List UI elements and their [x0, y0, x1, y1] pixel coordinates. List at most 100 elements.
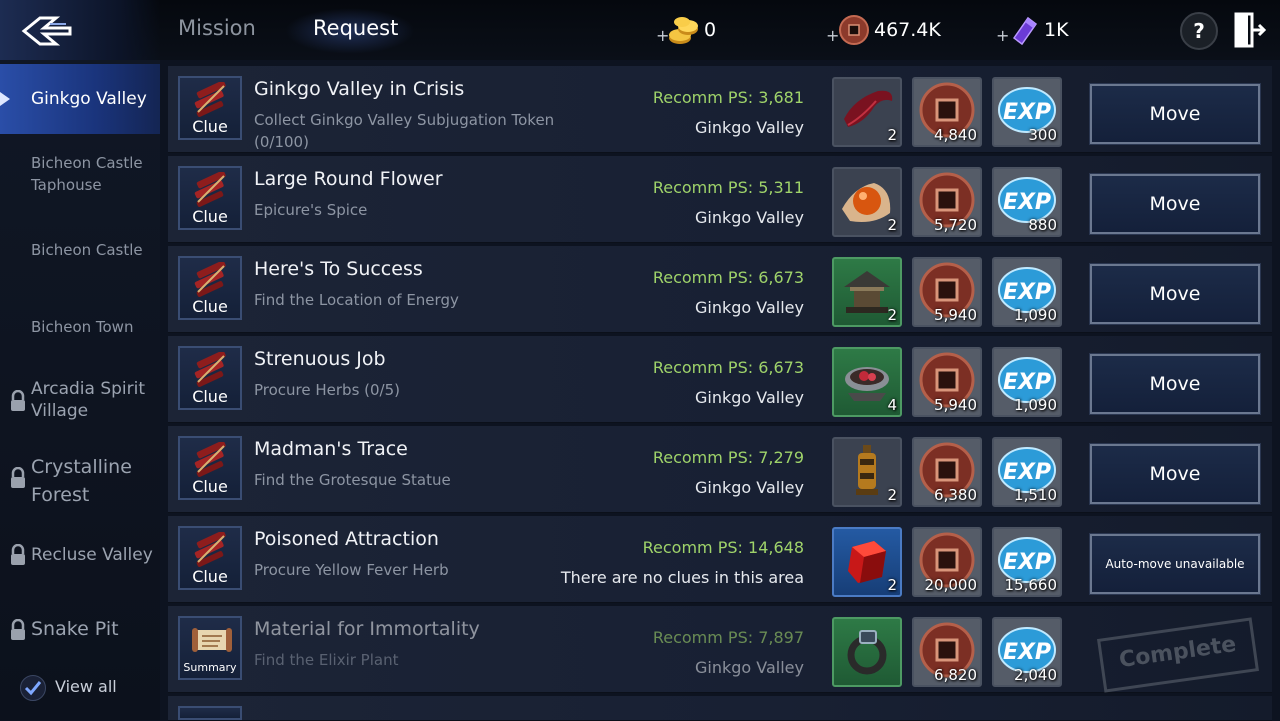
clue-scroll-icon[interactable]: Clue — [178, 256, 242, 320]
reward-item[interactable]: 2 — [832, 167, 902, 237]
top-bar: Mission Request + 0 + 467.4K + 1K ? — [0, 0, 1280, 60]
sidebar-item-crystalline-forest[interactable]: Crystalline Forest — [0, 451, 160, 511]
sidebar-item-bicheon-town[interactable]: Bicheon Town — [0, 316, 160, 346]
copper-amount: 467.4K — [874, 19, 941, 41]
clue-label: Clue — [192, 567, 228, 586]
quest-row: Clue Poisoned Attraction Procure Yellow … — [168, 516, 1272, 603]
clue-scroll-icon[interactable]: Clue — [178, 526, 242, 590]
reward-exp[interactable]: EXP 15,660 — [992, 527, 1062, 597]
clue-scroll-icon[interactable]: Clue — [178, 346, 242, 410]
reward-exp[interactable]: EXP 1,090 — [992, 347, 1062, 417]
checkbox[interactable] — [20, 675, 46, 701]
reward-exp[interactable]: EXP 1,090 — [992, 257, 1062, 327]
reward-currency[interactable]: 6,820 — [912, 617, 982, 687]
clue-scroll-icon[interactable] — [178, 706, 242, 720]
reward-item[interactable]: 4 — [832, 347, 902, 417]
scroll-bundle-icon — [194, 82, 226, 117]
reward-currency[interactable]: 4,840 — [912, 77, 982, 147]
tab-request[interactable]: Request — [313, 16, 398, 40]
clue-scroll-icon[interactable]: Clue — [178, 76, 242, 140]
quest-description: Find the Location of Energy — [254, 291, 459, 309]
svg-text:EXP: EXP — [1003, 370, 1051, 395]
quest-list: Clue Ginkgo Valley in Crisis Collect Gin… — [168, 66, 1280, 721]
reward-item[interactable]: 2 — [832, 527, 902, 597]
reward-currency[interactable]: 5,720 — [912, 167, 982, 237]
quest-title: Here's To Success — [254, 258, 423, 280]
sidebar-item-arcadia-spirit-village[interactable]: Arcadia Spirit Village — [0, 376, 160, 430]
move-button[interactable]: Move — [1089, 353, 1261, 415]
svg-text:EXP: EXP — [1003, 190, 1051, 215]
recommended-power: Recomm PS: 3,681 — [652, 88, 804, 107]
quest-location: Ginkgo Valley — [695, 478, 804, 497]
move-button[interactable]: Move — [1089, 443, 1261, 505]
sidebar-item-bicheon-castle-taphouse[interactable]: Bicheon Castle Taphouse — [0, 152, 160, 202]
quest-description: Procure Herbs (0/5) — [254, 381, 401, 399]
reward-item[interactable]: 2 — [832, 437, 902, 507]
reward-quantity: 6,820 — [934, 666, 977, 684]
svg-text:EXP: EXP — [1003, 100, 1051, 125]
sidebar-item-label: Recluse Valley — [31, 545, 153, 565]
exit-door-icon[interactable] — [1234, 12, 1266, 48]
move-button[interactable]: Move — [1089, 173, 1261, 235]
sidebar-item-ginkgo-valley[interactable]: Ginkgo Valley — [0, 64, 160, 134]
reward-quantity: 20,000 — [924, 576, 978, 594]
reward-quantity: 2,040 — [1014, 666, 1057, 684]
copper-coin-icon — [839, 15, 869, 45]
reward-currency[interactable]: 6,380 — [912, 437, 982, 507]
reward-currency[interactable]: 20,000 — [912, 527, 982, 597]
quest-description: Find the Grotesque Statue — [254, 471, 451, 489]
lock-icon — [11, 467, 25, 488]
clue-scroll-icon[interactable]: Clue — [178, 436, 242, 500]
reward-exp[interactable]: EXP 2,040 — [992, 617, 1062, 687]
scroll-icon — [192, 628, 232, 652]
svg-text:EXP: EXP — [1003, 280, 1051, 305]
quest-row: Clue Strenuous Job Procure Herbs (0/5) R… — [168, 336, 1272, 423]
reward-exp[interactable]: EXP 300 — [992, 77, 1062, 147]
auto-move-unavailable-button[interactable]: Auto-move unavailable — [1089, 533, 1261, 595]
clue-scroll-icon[interactable]: Clue — [178, 166, 242, 230]
tab-mission[interactable]: Mission — [178, 16, 256, 40]
quest-location: There are no clues in this area — [560, 568, 804, 587]
reward-item[interactable]: 2 — [832, 77, 902, 147]
sidebar-item-bicheon-castle[interactable]: Bicheon Castle — [0, 238, 160, 268]
quest-title: Large Round Flower — [254, 168, 443, 190]
quest-row: Clue Here's To Success Find the Location… — [168, 246, 1272, 333]
reward-item[interactable] — [832, 617, 902, 687]
move-button[interactable]: Move — [1089, 263, 1261, 325]
reward-quantity: 2 — [887, 486, 897, 504]
sidebar-item-snake-pit[interactable]: Snake Pit — [0, 617, 160, 647]
clue-label: Clue — [192, 117, 228, 136]
reward-quantity: 1,090 — [1014, 396, 1057, 414]
reward-exp[interactable]: EXP 1,510 — [992, 437, 1062, 507]
reward-quantity: 2 — [887, 216, 897, 234]
quest-title: Ginkgo Valley in Crisis — [254, 78, 465, 100]
quest-description: Epicure's Spice — [254, 201, 368, 219]
lock-icon — [11, 619, 25, 640]
view-all-label: View all — [55, 677, 117, 696]
recommended-power: Recomm PS: 6,673 — [652, 358, 804, 377]
reward-quantity: 15,660 — [1004, 576, 1058, 594]
complete-stamp: Complete — [1097, 617, 1259, 693]
clue-label: Clue — [192, 297, 228, 316]
sidebar-item-label: Arcadia Spirit Village — [31, 379, 146, 421]
back-button[interactable] — [0, 0, 160, 60]
scroll-bundle-icon — [194, 172, 226, 207]
reward-currency[interactable]: 5,940 — [912, 347, 982, 417]
reward-item[interactable]: 2 — [832, 257, 902, 327]
quest-row: Clue Ginkgo Valley in Crisis Collect Gin… — [168, 66, 1272, 153]
help-button[interactable]: ? — [1180, 12, 1218, 50]
sidebar-item-recluse-valley[interactable]: Recluse Valley — [0, 542, 160, 572]
ring-icon — [847, 630, 887, 675]
clue-label: Clue — [192, 477, 228, 496]
scroll-bundle-icon — [194, 532, 226, 567]
reward-quantity: 5,940 — [934, 396, 977, 414]
clue-label: Clue — [192, 207, 228, 226]
lock-icon — [11, 390, 25, 411]
move-button[interactable]: Move — [1089, 83, 1261, 145]
quest-location: Ginkgo Valley — [695, 208, 804, 227]
sidebar-item-label: Bicheon Castle — [31, 241, 143, 259]
reward-currency[interactable]: 5,940 — [912, 257, 982, 327]
summary-scroll-icon[interactable]: Summary — [178, 616, 242, 680]
reward-exp[interactable]: EXP 880 — [992, 167, 1062, 237]
reward-quantity: 5,940 — [934, 306, 977, 324]
